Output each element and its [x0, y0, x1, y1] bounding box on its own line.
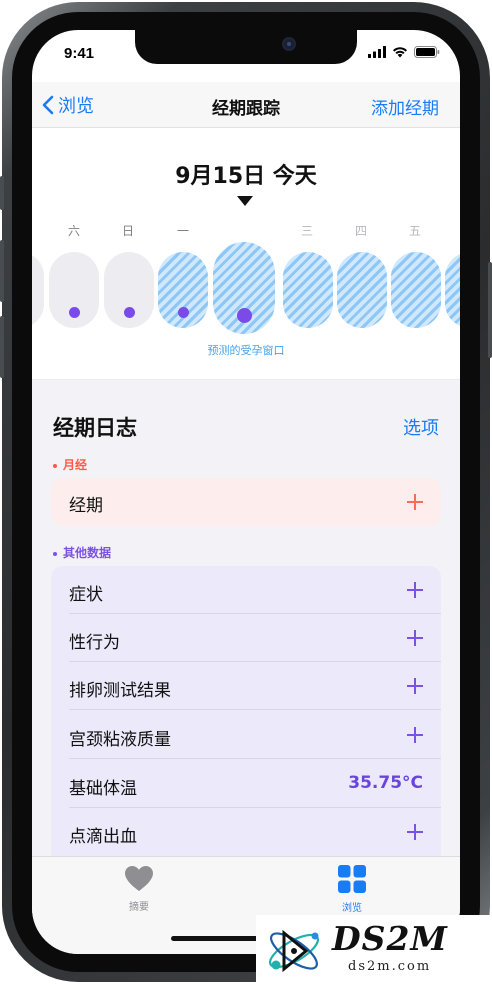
- bullet-icon: [53, 551, 57, 556]
- plus-icon[interactable]: [407, 824, 423, 840]
- other-data-section-label: 其他数据: [53, 544, 111, 561]
- row-divider: [69, 709, 441, 710]
- status-time: 9:41: [64, 45, 95, 62]
- basal-temperature-row[interactable]: 基础体温 35.75°C: [51, 760, 441, 808]
- tab-summary-label: 摘要: [129, 902, 149, 913]
- other-data-card: 症状 性行为 排卵测试结果 宫颈粘液质量 基础体温 35.75°C 点滴出血: [51, 566, 441, 856]
- logged-data-dot: [123, 307, 135, 318]
- selected-day-pointer-icon: [237, 196, 253, 206]
- cycle-log-title: 经期日志: [53, 416, 137, 440]
- notch: [135, 30, 357, 64]
- options-button[interactable]: 选项: [403, 414, 439, 440]
- fertile-window-label: 预测的受孕窗口: [207, 344, 285, 357]
- ovulation-test-row-label: 排卵测试结果: [69, 681, 171, 701]
- row-divider: [69, 758, 441, 759]
- front-camera-icon: [282, 37, 296, 51]
- mute-switch: [0, 176, 4, 210]
- bullet-icon: [53, 463, 57, 468]
- day-pill[interactable]: [104, 252, 154, 328]
- ds2m-logo-icon: [268, 929, 320, 973]
- navigation-bar: 浏览 经期跟踪 添加经期: [32, 82, 460, 128]
- weekday-label: 日: [121, 224, 134, 238]
- menstrual-section-label: 月经: [53, 456, 87, 473]
- day-pill-fertile[interactable]: [158, 252, 208, 328]
- plus-icon[interactable]: [407, 494, 423, 510]
- watermark: DS2M ds2m.com: [256, 915, 492, 984]
- sexual-activity-row[interactable]: 性行为: [51, 614, 441, 662]
- period-row-label: 经期: [69, 496, 103, 516]
- logged-data-dot: [68, 307, 80, 318]
- sexual-activity-row-label: 性行为: [69, 633, 120, 653]
- day-pill-fertile[interactable]: [445, 252, 460, 328]
- cervical-mucus-row[interactable]: 宫颈粘液质量: [51, 711, 441, 759]
- tab-summary[interactable]: 摘要: [89, 865, 189, 913]
- weekday-label: 四: [354, 224, 367, 238]
- logged-data-dot: [177, 307, 189, 318]
- other-data-section-text: 其他数据: [63, 546, 112, 560]
- ovulation-test-row[interactable]: 排卵测试结果: [51, 662, 441, 710]
- plus-icon[interactable]: [407, 630, 423, 646]
- cycle-log: 经期日志 选项 月经 经期 其他数据 症状 性行为 排卵测试结果 宫颈粘液质量 …: [32, 380, 460, 856]
- heart-icon: [125, 866, 153, 891]
- weekday-label: 三: [300, 224, 313, 238]
- weekday-label: 六: [67, 224, 80, 238]
- logged-data-dot: [236, 308, 252, 323]
- basal-temperature-value: 35.75°C: [348, 773, 423, 793]
- tab-browse-label: 浏览: [342, 903, 362, 914]
- day-pill-fertile[interactable]: [283, 252, 333, 328]
- volume-up-button: [0, 240, 4, 302]
- calendar-strip: 9月15日 今天 六 日 一 二 三 四 五 预测的受孕窗口: [32, 128, 460, 380]
- status-icons: [368, 46, 440, 58]
- wifi-icon: [393, 47, 407, 58]
- tab-browse[interactable]: 浏览: [302, 865, 402, 914]
- period-row[interactable]: 经期: [51, 478, 441, 526]
- add-period-button[interactable]: 添加经期: [371, 94, 439, 119]
- power-button: [488, 262, 492, 358]
- day-pill-fertile[interactable]: [391, 252, 441, 328]
- day-pill[interactable]: [49, 252, 99, 328]
- phone-screen: 9:41 浏览 经期跟踪 添加经期 9月15日 今天 六 日 一 三 四 五 预…: [32, 30, 460, 954]
- volume-down-button: [0, 316, 4, 378]
- day-pill-today[interactable]: [213, 242, 275, 334]
- weekday-label: 五: [408, 224, 421, 238]
- spotting-row-label: 点滴出血: [69, 827, 137, 847]
- basal-temperature-row-label: 基础体温: [69, 779, 137, 799]
- symptoms-row[interactable]: 症状: [51, 566, 441, 614]
- day-pill-fertile[interactable]: [337, 252, 387, 328]
- grid-icon: [338, 865, 366, 893]
- menstrual-section-text: 月经: [63, 458, 88, 472]
- symptoms-row-label: 症状: [69, 585, 103, 605]
- plus-icon[interactable]: [407, 727, 423, 743]
- cervical-mucus-row-label: 宫颈粘液质量: [69, 730, 171, 750]
- signal-icon: [368, 46, 386, 58]
- selected-date: 9月15日 今天: [175, 164, 317, 189]
- spotting-row[interactable]: 点滴出血: [51, 808, 441, 856]
- plus-icon[interactable]: [407, 582, 423, 598]
- day-pill[interactable]: [32, 252, 44, 328]
- plus-icon[interactable]: [407, 678, 423, 694]
- weekday-label: 一: [176, 224, 189, 238]
- watermark-url: ds2m.com: [348, 959, 432, 974]
- watermark-name: DS2M: [332, 919, 448, 958]
- battery-icon: [414, 46, 440, 58]
